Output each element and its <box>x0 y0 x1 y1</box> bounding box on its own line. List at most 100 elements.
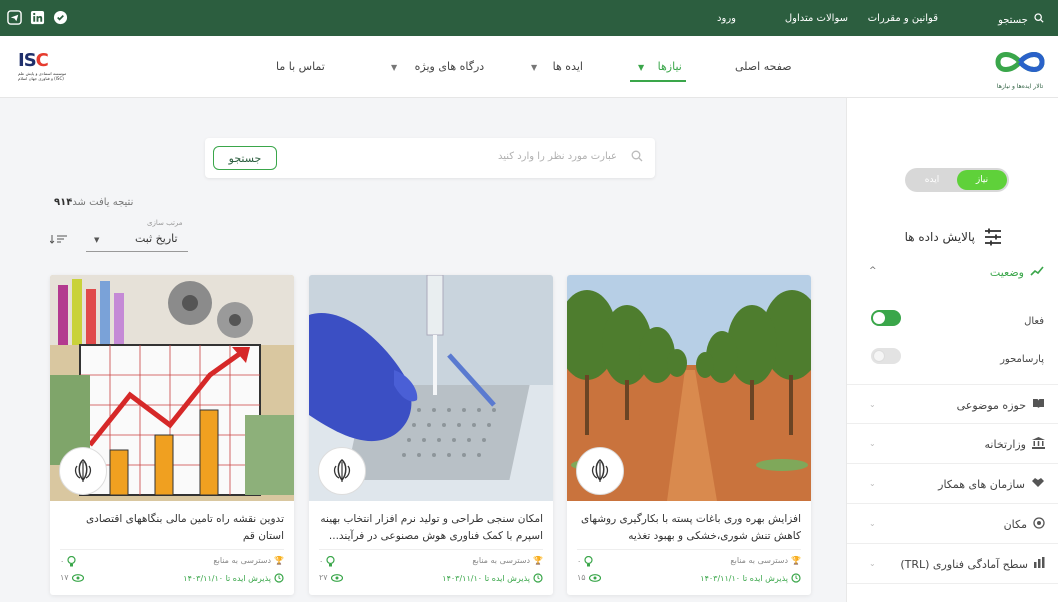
card-separator <box>319 549 543 550</box>
parsamehvar-switch[interactable] <box>871 348 901 364</box>
filter-label: سطح آمادگی فناوری (TRL) <box>900 557 1045 571</box>
card-title[interactable]: امکان سنجی طراحی و تولید نرم افزار انتخا… <box>319 511 543 545</box>
search-icon <box>631 150 643 165</box>
location-icon <box>1033 517 1045 532</box>
main-header: ISC موسسه استنادی و پایش علم و فناوری جه… <box>0 36 1058 98</box>
need-card[interactable]: امکان سنجی طراحی و تولید نرم افزار انتخا… <box>309 275 553 595</box>
card-views: ۲۷ <box>319 573 343 582</box>
sort-direction-icon[interactable] <box>49 234 68 247</box>
nav-needs[interactable]: ▼ نیازها <box>632 60 682 73</box>
chevron-down-icon: ▼ <box>391 63 398 72</box>
access-label: دسترسی به منابع <box>472 556 531 565</box>
filter-partner-orgs[interactable]: سازمان های همکار ⌄ <box>847 464 1058 504</box>
bulb-icon <box>67 556 76 567</box>
filter-title: پالایش داده ها <box>905 228 1003 246</box>
filter-label: سازمان های همکار <box>938 477 1045 491</box>
card-deadline: پذیرش ایده تا ۱۴۰۳/۱۱/۱۰ <box>442 573 543 583</box>
filter-label-text: مکان <box>1003 518 1027 531</box>
caret-down-icon[interactable]: ▼ <box>94 236 99 244</box>
card-access[interactable]: دسترسی به منابع 🏆 <box>213 556 284 565</box>
laws-link[interactable]: قوانین و مقررات <box>868 13 938 24</box>
status-filter-header[interactable]: وضعیت <box>990 266 1044 279</box>
card-likes: ۰ <box>60 556 76 567</box>
nav-home[interactable]: صفحه اصلی <box>735 60 792 73</box>
clock-icon <box>791 573 801 583</box>
linkedin-icon[interactable] <box>29 9 46 26</box>
main-content: جستجو عبارت مورد نظر را وارد کنید نتیجه … <box>0 98 845 602</box>
institution-icon <box>1032 437 1045 452</box>
chevron-down-icon: ▼ <box>531 63 538 72</box>
org-emblem <box>318 447 366 495</box>
chevron-down-icon: ⌄ <box>869 479 876 488</box>
active-label: فعال <box>1024 316 1044 327</box>
filter-trl[interactable]: سطح آمادگی فناوری (TRL) ⌄ <box>847 544 1058 584</box>
top-search-label: جستجو <box>998 15 1028 26</box>
nav-active-underline <box>630 80 686 82</box>
top-bar: جستجو قوانین و مقررات سوالات متداول ورود <box>0 0 1058 36</box>
sort-select[interactable]: تاریخ ثبت <box>135 232 178 245</box>
card-likes: ۰ <box>319 556 335 567</box>
telegram-icon[interactable] <box>6 9 23 26</box>
sliders-icon <box>985 228 1001 246</box>
chevron-up-icon[interactable]: ^ <box>869 266 877 276</box>
top-search-link[interactable]: جستجو <box>998 13 1044 26</box>
filter-label-text: سطح آمادگی فناوری (TRL) <box>900 557 1028 571</box>
trending-icon <box>1030 266 1044 279</box>
filter-label: حوزه موضوعی <box>957 398 1045 412</box>
nav-ideas-label: ایده ها <box>552 60 583 73</box>
isc-logo-subtitle: موسسه استنادی و پایش علم و فناوری جهان ا… <box>18 71 67 81</box>
shield-icon[interactable] <box>52 9 69 26</box>
filter-ministry[interactable]: وزارتخانه ⌄ <box>847 424 1058 464</box>
need-idea-toggle[interactable]: ایده نیاز <box>905 168 1009 192</box>
nav-contact-label: تماس با ما <box>276 60 325 73</box>
bulb-icon <box>584 556 593 567</box>
search-box: جستجو عبارت مورد نظر را وارد کنید <box>205 138 655 178</box>
card-access[interactable]: دسترسی به منابع 🏆 <box>472 556 543 565</box>
nav-ideas[interactable]: ▼ ایده ها <box>525 60 583 73</box>
likes-count: ۰ <box>577 557 582 566</box>
search-input[interactable]: عبارت مورد نظر را وارد کنید <box>498 151 617 162</box>
card-title[interactable]: افزایش بهره وری باغات پسته با بکارگیری ر… <box>577 511 801 545</box>
views-count: ۱۷ <box>60 573 69 582</box>
brand-logo[interactable]: تالار ایده‌ها و نیازها <box>990 46 1050 92</box>
card-row-access: دسترسی به منابع 🏆 ۰ <box>60 556 284 570</box>
filter-subject-area[interactable]: حوزه موضوعی ⌄ <box>847 384 1058 424</box>
search-button[interactable]: جستجو <box>213 146 277 170</box>
switch-knob <box>873 350 885 362</box>
toggle-idea[interactable]: ایده <box>907 170 957 190</box>
eye-icon <box>588 573 601 582</box>
access-label: دسترسی به منابع <box>213 556 272 565</box>
filter-sidebar: ایده نیاز پالایش داده ها وضعیت ^ فعال پا… <box>846 98 1058 602</box>
results-text: نتیجه یافت شد <box>72 197 134 208</box>
chevron-down-icon: ⌄ <box>869 400 876 409</box>
parsamehvar-label: پارسامحور <box>1000 354 1044 365</box>
eye-icon <box>71 573 84 582</box>
chevron-down-icon: ⌄ <box>869 519 876 528</box>
card-title[interactable]: تدوین نقشه راه تامین مالی بنگاههای اقتصا… <box>60 511 284 545</box>
nav-home-label: صفحه اصلی <box>735 60 792 73</box>
card-row-access: دسترسی به منابع 🏆 ۰ <box>577 556 801 570</box>
card-access[interactable]: دسترسی به منابع 🏆 <box>730 556 801 565</box>
emblem-icon <box>333 459 351 482</box>
card-views: ۱۷ <box>60 573 84 582</box>
active-switch[interactable] <box>871 310 901 326</box>
faq-link[interactable]: سوالات متداول <box>785 13 848 24</box>
filter-location[interactable]: مکان ⌄ <box>847 504 1058 544</box>
filter-label: وزارتخانه <box>985 437 1045 452</box>
nav-contact[interactable]: تماس با ما <box>276 60 325 73</box>
access-label: دسترسی به منابع <box>730 556 789 565</box>
switch-knob <box>873 312 885 324</box>
need-card[interactable]: افزایش بهره وری باغات پسته با بکارگیری ر… <box>567 275 811 595</box>
login-link[interactable]: ورود <box>717 13 736 24</box>
card-deadline: پذیرش ایده تا ۱۴۰۳/۱۱/۱۰ <box>700 573 801 583</box>
isc-logo[interactable]: ISC موسسه استنادی و پایش علم و فناوری جه… <box>18 50 68 86</box>
card-deadline: پذیرش ایده تا ۱۴۰۳/۱۱/۱۰ <box>183 573 284 583</box>
bulb-icon <box>326 556 335 567</box>
isc-logo-text: ISC <box>18 50 49 71</box>
sort-underline <box>86 251 188 252</box>
nav-portals[interactable]: ▼ درگاه های ویژه <box>385 60 484 73</box>
need-card[interactable]: تدوین نقشه راه تامین مالی بنگاههای اقتصا… <box>50 275 294 595</box>
toggle-need[interactable]: نیاز <box>957 170 1007 190</box>
filter-title-label: پالایش داده ها <box>904 230 975 244</box>
filter-label-text: سازمان های همکار <box>938 477 1025 491</box>
